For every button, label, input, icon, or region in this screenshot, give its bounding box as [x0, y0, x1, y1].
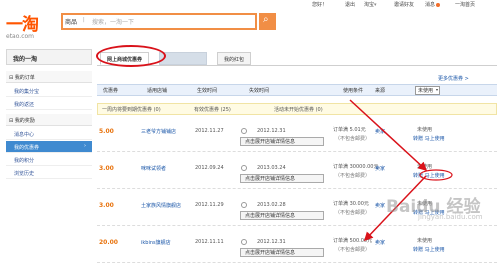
- table-header: 优惠券 适用店铺 生效时间 失效时间 使用条件 来源 未使用 ▾: [97, 84, 497, 96]
- use-condition-note: （不包含邮费）: [335, 210, 371, 216]
- sidebar-group-label: 我的订单: [14, 75, 35, 81]
- sidebar: 我的一淘 ⊟ 我的订单 我的集分宝 我的返还 ⊟ 我的奖励 消息中心 我的优惠券…: [6, 49, 92, 265]
- column-header: 使用条件: [343, 88, 364, 94]
- coupon-amount: 5.00: [99, 128, 114, 135]
- valid-from: 2012.11.27: [195, 128, 224, 134]
- column-header: 优惠券: [103, 88, 119, 94]
- logo-domain: etao.com: [6, 33, 35, 40]
- chevron-down-icon: ▾: [374, 2, 377, 8]
- expand-shop-details-button[interactable]: 点击展开店铺详情信息: [240, 137, 324, 146]
- shop-link[interactable]: 咪咪试领者: [141, 165, 166, 172]
- expiring-count[interactable]: 一周内将要到期优惠券 (0): [102, 106, 161, 113]
- coupon-source: 卖家: [375, 240, 386, 246]
- expand-shop-details-button[interactable]: 点击展开店铺详情信息: [240, 211, 324, 220]
- coupon-source: 卖家: [375, 166, 386, 172]
- chevron-down-icon: ▾: [435, 87, 438, 92]
- valid-to: 2013.02.28: [257, 202, 286, 208]
- sidebar-item-jifenbao[interactable]: 我的集分宝: [6, 85, 92, 97]
- tab-redacted[interactable]: [159, 52, 207, 65]
- sidebar-title: 我的一淘: [6, 49, 92, 65]
- valid-count[interactable]: 有效优惠券 (25): [194, 106, 231, 113]
- sidebar-item-history[interactable]: 浏览历史: [6, 167, 92, 179]
- table-row: 5.00 三老爷方铺铺店 2012.11.27 2012.12.31 点击展开店…: [97, 118, 497, 152]
- search-separator: |: [83, 17, 85, 23]
- table-row: 3.00 咪咪试领者 2012.09.24 2013.03.24 点击展开店铺详…: [97, 155, 497, 189]
- sidebar-item-coupons[interactable]: 我的优惠券 ›: [6, 141, 92, 153]
- coupon-source: 卖家: [375, 129, 386, 135]
- top-bar: 您好！ 退出 淘宝▾ 邀请好友 消息 一淘首页: [0, 0, 500, 9]
- valid-from: 2012.09.24: [195, 165, 224, 171]
- sidebar-item-rebate[interactable]: 我的返还: [6, 98, 92, 110]
- use-condition: 订单满 500.00元: [333, 238, 373, 244]
- etao-home-link[interactable]: 一淘首页: [455, 1, 475, 8]
- valid-to: 2013.03.24: [257, 165, 286, 171]
- sidebar-group-rewards[interactable]: ⊟ 我的奖励: [6, 114, 92, 126]
- valid-from: 2012.11.11: [195, 239, 224, 245]
- search-icon: ⌕: [263, 14, 269, 25]
- search-box[interactable]: 商品 | 搜索，一淘一下: [61, 13, 257, 30]
- column-header: 失效时间: [249, 88, 270, 94]
- chevron-right-icon: ›: [84, 143, 86, 149]
- taobao-link[interactable]: 淘宝▾: [364, 1, 377, 8]
- coupon-actions[interactable]: 转赠 马上使用: [413, 135, 445, 142]
- search-input[interactable]: 搜索，一淘一下: [92, 17, 134, 26]
- row-radio[interactable]: [241, 239, 247, 245]
- use-condition: 订单满 30000.00元: [333, 164, 379, 170]
- search-scope-select[interactable]: 商品: [65, 17, 77, 26]
- shop-link[interactable]: 土家族风情旗舰店: [141, 202, 181, 209]
- expand-shop-details-button[interactable]: 点击展开店铺详情信息: [240, 248, 324, 257]
- sidebar-item-points[interactable]: 我的积分: [6, 154, 92, 166]
- invite-link[interactable]: 邀请好友: [394, 1, 414, 8]
- coupon-status: 未使用: [417, 127, 433, 133]
- valid-from: 2012.11.29: [195, 202, 224, 208]
- shop-link[interactable]: ikbins旗舰店: [141, 239, 171, 246]
- more-coupons-link[interactable]: 更多优惠券 >: [438, 75, 469, 82]
- tab-red-packets[interactable]: 我的红包: [217, 52, 252, 65]
- expand-shop-details-button[interactable]: 点击展开店铺详情信息: [240, 174, 324, 183]
- status-filter-select[interactable]: 未使用 ▾: [415, 86, 440, 95]
- coupon-source: 卖家: [375, 203, 386, 209]
- row-radio[interactable]: [241, 128, 247, 134]
- filter-value: 未使用: [418, 88, 434, 94]
- coupon-actions[interactable]: 转赠 马上使用: [413, 246, 445, 253]
- column-header: 适用店铺: [147, 88, 168, 94]
- coupon-amount: 20.00: [99, 239, 118, 246]
- watermark-sub: jingyan.baidu.com: [418, 213, 483, 221]
- use-condition: 订单满 30.00元: [333, 201, 369, 207]
- shop-link[interactable]: 三老爷方铺铺店: [141, 128, 176, 135]
- sidebar-group-label: 我的奖励: [14, 118, 35, 124]
- column-header: 来源: [375, 88, 386, 94]
- messages-label: 消息: [425, 2, 436, 8]
- messages-link[interactable]: 消息: [425, 1, 441, 8]
- taobao-label: 淘宝: [364, 2, 375, 8]
- valid-to: 2012.12.31: [257, 128, 286, 134]
- use-condition-note: （不包含邮费）: [335, 173, 371, 179]
- logo[interactable]: 一淘: [6, 10, 39, 35]
- collapse-icon: ⊟: [9, 75, 14, 81]
- table-row: 20.00 ikbins旗舰店 2012.11.11 2012.12.31 点击…: [97, 229, 497, 263]
- coupon-actions[interactable]: 转赠 马上使用: [413, 172, 445, 179]
- sidebar-item-messages[interactable]: 消息中心: [6, 128, 92, 140]
- coupon-summary-row: 一周内将要到期优惠券 (0) 有效优惠券 (25) 活动未开始优惠券 (0): [97, 103, 497, 115]
- greeting-text: 您好！: [312, 2, 328, 8]
- coupon-amount: 3.00: [99, 202, 114, 209]
- column-header: 生效时间: [197, 88, 218, 94]
- collapse-icon: ⊟: [9, 118, 14, 124]
- valid-to: 2012.12.31: [257, 239, 286, 245]
- row-radio[interactable]: [241, 202, 247, 208]
- coupon-status: 未使用: [417, 164, 433, 170]
- coupon-status: 未使用: [417, 238, 433, 244]
- row-radio[interactable]: [241, 165, 247, 171]
- use-condition-note: （不包含邮费）: [335, 247, 371, 253]
- sidebar-item-label: 我的优惠券: [14, 145, 40, 151]
- annotation-ellipse: [96, 45, 166, 67]
- activity-count[interactable]: 活动未开始优惠券 (0): [274, 106, 323, 113]
- notification-dot-icon: [436, 2, 441, 7]
- use-condition: 订单满 5.01元: [333, 127, 366, 133]
- use-condition-note: （不包含邮费）: [335, 136, 371, 142]
- sidebar-group-orders[interactable]: ⊟ 我的订单: [6, 71, 92, 83]
- search-button[interactable]: ⌕: [259, 13, 276, 30]
- coupon-amount: 3.00: [99, 165, 114, 172]
- exit-link[interactable]: 退出: [345, 1, 355, 8]
